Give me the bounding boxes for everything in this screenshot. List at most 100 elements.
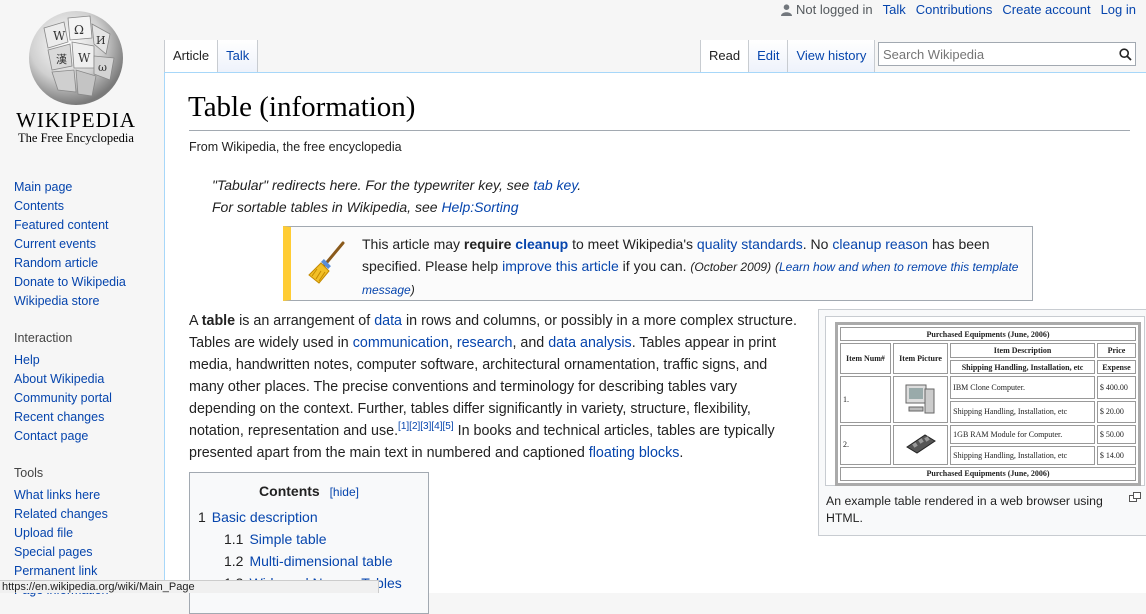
user-icon: [781, 3, 793, 16]
toc-hide-toggle[interactable]: [hide]: [330, 485, 359, 499]
personal-tools: Not logged in Talk Contributions Create …: [781, 2, 1136, 17]
tab-talk[interactable]: Talk: [218, 40, 259, 72]
wordmark: WIKIPEDIA: [16, 108, 136, 132]
tab-article[interactable]: Article: [164, 40, 219, 72]
tab-edit[interactable]: Edit: [749, 40, 789, 72]
toc-link[interactable]: Basic description: [212, 509, 318, 525]
computer-icon: [905, 384, 935, 414]
nav-main-page[interactable]: Main page: [14, 180, 72, 194]
row-price: $ 20.00: [1096, 400, 1136, 423]
ambox-text: This article may require cleanup to meet…: [362, 233, 1024, 301]
row-price: $ 400.00: [1096, 376, 1136, 399]
header-price: Price: [1096, 343, 1136, 358]
login-link[interactable]: Log in: [1101, 2, 1136, 17]
cleanup-reason-link[interactable]: cleanup reason: [832, 236, 928, 252]
talk-link[interactable]: Talk: [883, 2, 906, 17]
row-num: 2.: [840, 424, 891, 465]
toc-number: 1.2: [224, 553, 244, 569]
toc-item[interactable]: 1.2 Multi-dimensional table: [198, 550, 402, 572]
floating-blocks-link[interactable]: floating blocks: [589, 445, 680, 461]
toc-item[interactable]: 1 Basic description: [198, 506, 402, 528]
wikipedia-logo[interactable]: W Ω И W 漢 ω WIKIPEDIA The Free Encyclope…: [0, 0, 160, 160]
namespace-tabs: Article Talk: [164, 40, 259, 72]
example-table-footer: Purchased Equipments (June, 2006): [840, 466, 1136, 481]
contributions-link[interactable]: Contributions: [916, 2, 993, 17]
example-table-title: Purchased Equipments (June, 2006): [840, 327, 1136, 342]
ram-picture-cell: [892, 424, 949, 465]
site-subtitle: From Wikipedia, the free encyclopedia: [189, 140, 402, 154]
nav-current-events[interactable]: Current events: [14, 237, 96, 251]
tab-view-history[interactable]: View history: [788, 40, 876, 72]
svg-text:漢: 漢: [56, 53, 67, 66]
toc-link[interactable]: Multi-dimensional table: [249, 553, 392, 569]
example-table: Purchased Equipments (June, 2006) Item N…: [835, 322, 1141, 486]
content-area: Table (information) From Wikipedia, the …: [164, 72, 1146, 614]
svg-text:Ω: Ω: [74, 23, 84, 37]
reference-links[interactable]: [1][2][3][4][5]: [398, 421, 454, 432]
create-account-link[interactable]: Create account: [1002, 2, 1090, 17]
page-title: Table (information): [188, 91, 416, 123]
intro-paragraph: A table is an arrangement of data in row…: [189, 310, 799, 464]
nav-upload-file[interactable]: Upload file: [14, 526, 73, 540]
nav-recent-changes[interactable]: Recent changes: [14, 410, 104, 424]
nav-donate[interactable]: Donate to Wikipedia: [14, 275, 126, 289]
nav-featured-content[interactable]: Featured content: [14, 218, 109, 232]
data-link[interactable]: data: [374, 313, 402, 329]
ambox-fragment: . No: [802, 236, 833, 252]
ambox-require: require: [463, 236, 512, 252]
ambox-fragment: if you can.: [618, 258, 691, 274]
nav-related-changes[interactable]: Related changes: [14, 507, 108, 521]
tab-key-link[interactable]: tab key: [533, 177, 577, 193]
hatnote-tabular: "Tabular" redirects here. For the typewr…: [212, 177, 581, 193]
svg-text:W: W: [78, 51, 91, 65]
ambox-fragment: ): [410, 283, 415, 297]
enlarge-icon[interactable]: [1129, 492, 1141, 502]
cleanup-link[interactable]: cleanup: [515, 236, 568, 252]
toc-item[interactable]: 1.1 Simple table: [198, 528, 402, 550]
toc-heading: Contents: [259, 483, 320, 499]
nav-community-portal[interactable]: Community portal: [14, 391, 112, 405]
nav-contact-page[interactable]: Contact page: [14, 429, 88, 443]
search-button[interactable]: [1115, 44, 1135, 64]
help-sorting-link[interactable]: Help:Sorting: [441, 199, 518, 215]
hatnote-sorting: For sortable tables in Wikipedia, see He…: [212, 199, 518, 215]
view-tabs: Read Edit View history: [700, 40, 876, 72]
row-price: $ 50.00: [1096, 424, 1136, 444]
heading-divider: [189, 130, 1130, 131]
subheader-shipping: Shipping Handling, Installation, etc: [950, 359, 1095, 375]
nav-store[interactable]: Wikipedia store: [14, 294, 99, 308]
intro-bold-term: table: [201, 313, 236, 329]
row-description: Shipping Handling, Installation, etc: [950, 400, 1095, 423]
communication-link[interactable]: communication: [353, 335, 449, 351]
toc-link[interactable]: Simple table: [249, 531, 326, 547]
nav-about[interactable]: About Wikipedia: [14, 372, 104, 386]
nav-special-pages[interactable]: Special pages: [14, 545, 93, 559]
search-input[interactable]: [879, 46, 1115, 62]
intro-text: , and: [512, 335, 549, 351]
research-link[interactable]: research: [457, 335, 513, 351]
nav-permanent-link[interactable]: Permanent link: [14, 564, 97, 578]
main-navigation: Main page Contents Featured content Curr…: [14, 178, 154, 311]
nav-help[interactable]: Help: [14, 353, 40, 367]
intro-text: ,: [448, 335, 457, 351]
example-table-figure: Purchased Equipments (June, 2006) Item N…: [818, 309, 1146, 536]
quality-standards-link[interactable]: quality standards: [697, 236, 803, 252]
subheader-expense: Expense: [1096, 359, 1136, 375]
cleanup-message-box: This article may require cleanup to meet…: [283, 226, 1033, 301]
tagline: The Free Encyclopedia: [18, 131, 134, 145]
intro-text: A: [189, 313, 202, 329]
ambox-fragment: to meet Wikipedia's: [568, 236, 697, 252]
example-table-image[interactable]: Purchased Equipments (June, 2006) Item N…: [825, 316, 1145, 486]
tab-read[interactable]: Read: [700, 40, 750, 72]
nav-contents[interactable]: Contents: [14, 199, 64, 213]
nav-what-links-here[interactable]: What links here: [14, 488, 100, 502]
nav-random-article[interactable]: Random article: [14, 256, 98, 270]
data-analysis-link[interactable]: data analysis: [548, 335, 631, 351]
header-item-picture: Item Picture: [892, 343, 949, 375]
toc-number: 1.1: [224, 531, 244, 547]
svg-text:ω: ω: [98, 61, 107, 74]
hatnote-text: .: [577, 177, 582, 193]
hatnote-text: For sortable tables in Wikipedia, see: [212, 199, 442, 215]
improve-article-link[interactable]: improve this article: [502, 258, 619, 274]
puzzle-globe-icon: W Ω И W 漢 ω: [29, 11, 123, 105]
